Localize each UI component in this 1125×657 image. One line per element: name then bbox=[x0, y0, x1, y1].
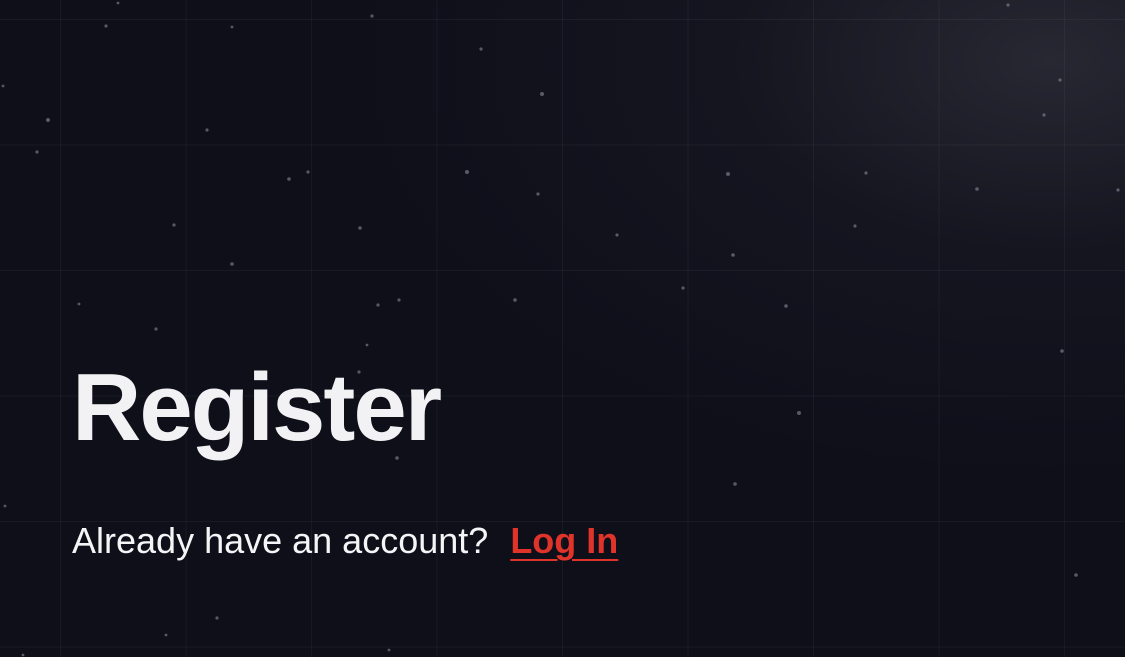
login-link[interactable]: Log In bbox=[510, 520, 618, 561]
register-hero: Register Already have an account? Log In bbox=[0, 0, 1125, 657]
login-prompt-text: Already have an account? bbox=[72, 520, 489, 561]
login-prompt: Already have an account? Log In bbox=[72, 520, 618, 562]
register-content: Register Already have an account? Log In bbox=[72, 360, 618, 562]
page-title: Register bbox=[72, 354, 442, 461]
